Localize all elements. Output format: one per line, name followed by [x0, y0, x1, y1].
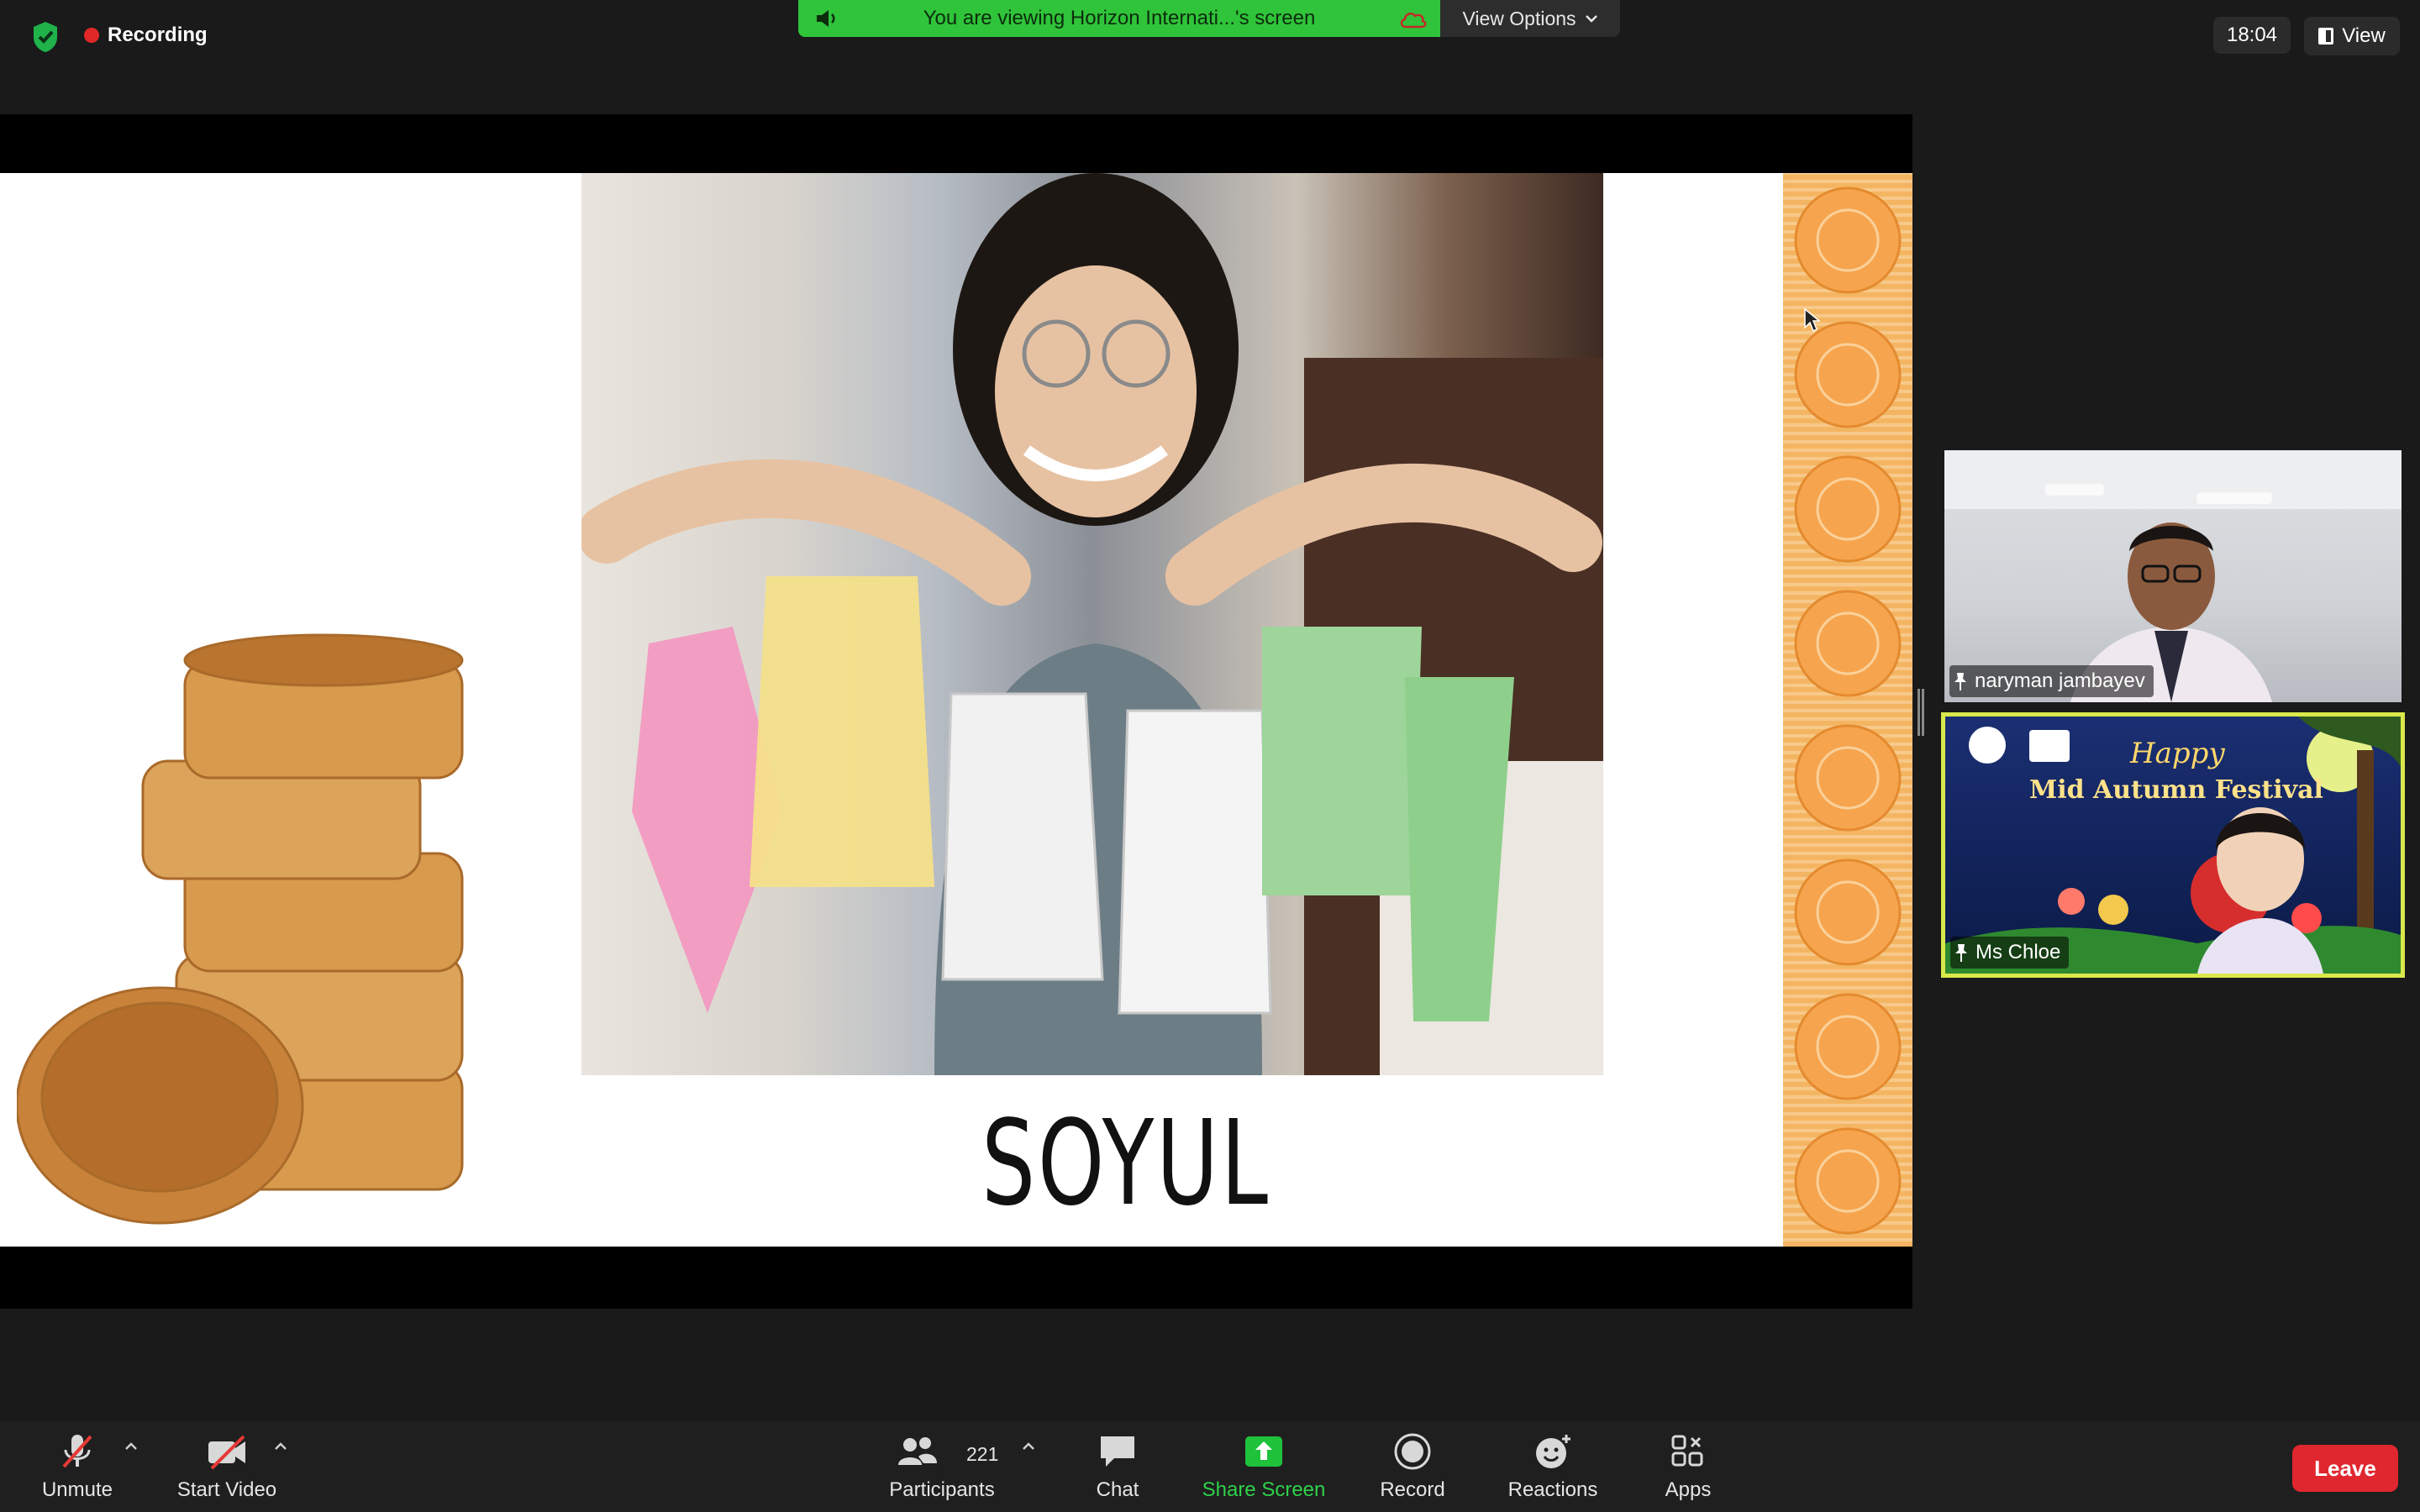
apps-label: Apps	[1665, 1478, 1712, 1501]
chevron-up-icon[interactable]	[1020, 1440, 1037, 1453]
share-banner: You are viewing Horizon Internati...'s s…	[798, 0, 1440, 37]
chat-bubble-icon	[1101, 1436, 1134, 1467]
view-options-button[interactable]: View Options	[1440, 0, 1620, 37]
apps-button[interactable]: Apps	[1650, 1431, 1726, 1507]
meeting-clock: 18:04	[2213, 17, 2291, 54]
video-camera-muted-icon	[208, 1435, 245, 1470]
view-button[interactable]: View	[2304, 17, 2400, 55]
apps-icon	[1671, 1435, 1703, 1467]
recording-indicator[interactable]: Recording	[84, 20, 208, 50]
start-video-label: Start Video	[176, 1478, 277, 1501]
mooncake-stack-image	[17, 633, 464, 1225]
participant-name-tag: Ms Chloe	[1950, 937, 2070, 969]
participants-count: 221	[966, 1443, 999, 1465]
speaker-icon[interactable]	[813, 7, 839, 30]
participant-tile-active-speaker[interactable]: Happy Mid Autumn Festival Ms Chloe	[1941, 712, 2405, 978]
decorative-pattern-strip	[1783, 173, 1912, 1247]
participant-video	[1944, 450, 2402, 702]
banner-text-happy: Happy	[2130, 737, 2225, 770]
participants-label: Participants	[889, 1478, 995, 1501]
reactions-button[interactable]: Reactions	[1504, 1431, 1602, 1507]
record-button[interactable]: Record	[1373, 1431, 1452, 1507]
reactions-label: Reactions	[1507, 1478, 1598, 1501]
participant-name: naryman jambayev	[1975, 669, 2145, 692]
view-options-label: View Options	[1462, 7, 1576, 29]
participant-name-tag: naryman jambayev	[1949, 665, 2154, 697]
unmute-button[interactable]: Unmute	[34, 1431, 121, 1507]
resize-handle-icon[interactable]	[1918, 689, 1924, 736]
shield-icon[interactable]	[30, 20, 60, 54]
record-icon	[1394, 1433, 1431, 1470]
microphone-muted-icon	[62, 1435, 92, 1468]
participants-icon	[898, 1437, 937, 1465]
student-photo	[581, 173, 1603, 1075]
share-screen-icon	[1245, 1436, 1282, 1467]
participant-tile[interactable]: naryman jambayev	[1944, 450, 2402, 702]
share-screen-label: Share Screen	[1202, 1478, 1326, 1501]
recording-dot-icon	[84, 28, 99, 43]
participant-name: Ms Chloe	[1975, 941, 2061, 963]
chevron-up-icon[interactable]	[272, 1440, 289, 1453]
pin-icon	[1955, 944, 1967, 962]
leave-button[interactable]: Leave	[2292, 1445, 2398, 1492]
layout-icon	[2318, 28, 2334, 45]
chevron-up-icon[interactable]	[123, 1440, 139, 1453]
pin-icon	[1954, 673, 1966, 690]
chat-button[interactable]: Chat	[1084, 1431, 1151, 1507]
photo-illustration	[581, 173, 1603, 1075]
presentation-slide: SOYUL	[0, 173, 1912, 1247]
chat-label: Chat	[1096, 1478, 1139, 1501]
mouse-cursor-icon	[1804, 307, 1820, 333]
share-screen-button[interactable]: Share Screen	[1193, 1431, 1334, 1507]
banner-text-festival: Mid Autumn Festival	[2029, 775, 2323, 805]
record-label: Record	[1380, 1478, 1445, 1501]
start-video-button[interactable]: Start Video	[168, 1431, 286, 1507]
slide-caption: SOYUL	[981, 1095, 1270, 1232]
cloud-icon[interactable]	[1398, 8, 1428, 30]
unmute-label: Unmute	[41, 1478, 113, 1501]
smiley-plus-icon	[1536, 1435, 1570, 1468]
recording-label: Recording	[108, 24, 208, 46]
shared-screen[interactable]: SOYUL	[0, 114, 1912, 1309]
top-bar: Recording You are viewing Horizon Intern…	[0, 0, 2420, 71]
share-banner-text: You are viewing Horizon Internati...'s s…	[923, 7, 1316, 29]
chevron-down-icon	[1585, 15, 1597, 23]
flower-pattern-icon	[1794, 186, 1902, 1235]
view-button-label: View	[2342, 24, 2386, 47]
meeting-toolbar: Unmute Start Video Participants 221 Chat	[0, 1421, 2420, 1512]
